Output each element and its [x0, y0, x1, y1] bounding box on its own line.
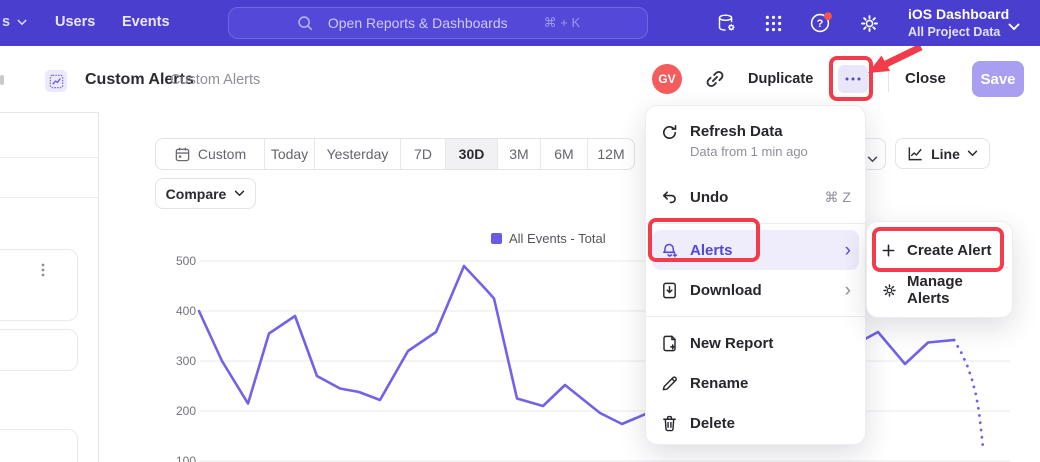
submenu-chevron-icon: ›: [845, 281, 851, 300]
svg-text:500: 500: [176, 254, 196, 268]
chart-legend: All Events - Total: [491, 231, 606, 246]
refresh-icon: [660, 123, 690, 142]
chevron-down-icon: [867, 150, 878, 168]
report-icon: [45, 70, 67, 92]
menu-item-label: Refresh Data: [690, 123, 783, 140]
range-12m[interactable]: 12M: [588, 139, 634, 169]
line-chart-icon: [907, 145, 924, 162]
nav-item-events[interactable]: Events: [122, 14, 170, 30]
left-sidebar: [0, 112, 99, 462]
refresh-status-text: Data from 1 min ago: [690, 144, 851, 159]
sidebar-divider: [0, 197, 98, 198]
svg-text:?: ?: [817, 18, 824, 30]
project-name: iOS Dashboard: [908, 5, 1009, 24]
menu-item-refresh-data[interactable]: Refresh Data Data from 1 min ago: [646, 114, 865, 177]
search-icon: [296, 14, 314, 32]
range-6m[interactable]: 6M: [541, 139, 588, 169]
report-context-menu: Refresh Data Data from 1 min ago Undo ⌘ …: [645, 105, 866, 445]
sidebar-card[interactable]: [0, 429, 78, 462]
help-icon[interactable]: ?: [807, 9, 835, 37]
legend-swatch: [491, 233, 502, 244]
sidebar-divider: [0, 157, 98, 158]
svg-text:300: 300: [176, 354, 196, 368]
nav-item-clipped[interactable]: s: [2, 14, 27, 30]
alerts-submenu: Create Alert Manage Alerts: [866, 221, 1013, 318]
more-ellipsis-icon: [844, 76, 862, 82]
menu-item-new-report[interactable]: New Report: [646, 323, 865, 363]
submenu-item-create-alert[interactable]: Create Alert: [867, 230, 1012, 270]
chevron-down-icon: [967, 150, 978, 157]
menu-item-download[interactable]: Download ›: [646, 270, 865, 310]
menu-item-delete[interactable]: Delete: [646, 403, 865, 443]
undo-shortcut: ⌘ Z: [825, 189, 851, 206]
more-options-button[interactable]: [838, 65, 868, 93]
project-scope: All Project Data: [908, 24, 1009, 40]
notification-dot: [824, 12, 832, 20]
sidebar-card[interactable]: [0, 249, 78, 321]
save-button[interactable]: Save: [972, 61, 1024, 97]
range-7d[interactable]: 7D: [401, 139, 446, 169]
chart-type-dropdown[interactable]: Line: [895, 138, 990, 169]
svg-text:200: 200: [176, 404, 196, 418]
range-30d-active[interactable]: 30D: [446, 139, 498, 169]
project-switcher[interactable]: iOS Dashboard All Project Data: [908, 5, 1009, 40]
undo-icon: [660, 188, 690, 207]
menu-divider: [646, 316, 865, 317]
kebab-menu-icon[interactable]: [37, 262, 49, 283]
pencil-icon: [660, 374, 690, 393]
submenu-item-manage-alerts[interactable]: Manage Alerts: [867, 270, 1012, 310]
compare-button[interactable]: Compare: [155, 178, 256, 209]
trash-icon: [660, 414, 690, 433]
range-today[interactable]: Today: [265, 139, 315, 169]
duplicate-button[interactable]: Duplicate: [748, 71, 813, 87]
chevron-down-icon: [17, 19, 27, 26]
apps-grid-icon[interactable]: [759, 9, 787, 37]
gear-icon: [881, 282, 907, 299]
menu-item-rename[interactable]: Rename: [646, 363, 865, 403]
menu-divider: [646, 223, 865, 224]
calendar-icon: [174, 146, 191, 163]
menu-item-alerts[interactable]: Alerts ›: [652, 230, 859, 270]
svg-text:400: 400: [176, 304, 196, 318]
date-range-control: Custom Today Yesterday 7D 30D 3M 6M 12M: [155, 138, 635, 170]
divider: [888, 66, 889, 92]
download-icon: [660, 281, 690, 300]
settings-gear-icon[interactable]: [855, 9, 883, 37]
app-window: 500 400 300 200 100 All Events - Total Custo…: [0, 0, 1040, 462]
nav-item-users[interactable]: Users: [55, 14, 95, 30]
search-placeholder: Open Reports & Dashboards: [328, 15, 508, 31]
avatar[interactable]: GV: [652, 64, 682, 94]
range-custom[interactable]: Custom: [156, 139, 265, 169]
global-search-input[interactable]: Open Reports & Dashboards ⌘ + K: [228, 7, 648, 39]
search-shortcut-hint: ⌘ + K: [544, 15, 581, 31]
chevron-down-icon: [1008, 18, 1020, 36]
new-report-icon: [660, 334, 690, 353]
clipped-edge-element: [0, 75, 4, 85]
menu-item-undo[interactable]: Undo ⌘ Z: [646, 177, 865, 217]
submenu-chevron-icon: ›: [845, 241, 851, 260]
range-3m[interactable]: 3M: [498, 139, 541, 169]
svg-text:100: 100: [176, 454, 196, 462]
report-header: Custom Alerts Custom Alerts GV Duplicate…: [0, 46, 1040, 112]
copy-link-icon[interactable]: [703, 67, 727, 91]
close-button[interactable]: Close: [905, 70, 946, 87]
data-management-icon[interactable]: [712, 9, 740, 37]
legend-label: All Events - Total: [509, 231, 606, 246]
sidebar-card[interactable]: [0, 329, 78, 371]
top-navigation-bar: s Users Events Open Reports & Dashboards…: [0, 0, 1040, 46]
chevron-down-icon: [234, 190, 245, 197]
plus-icon: [881, 243, 907, 258]
range-yesterday[interactable]: Yesterday: [315, 139, 401, 169]
breadcrumb: Custom Alerts: [170, 72, 260, 88]
bell-plus-icon: [660, 241, 690, 260]
